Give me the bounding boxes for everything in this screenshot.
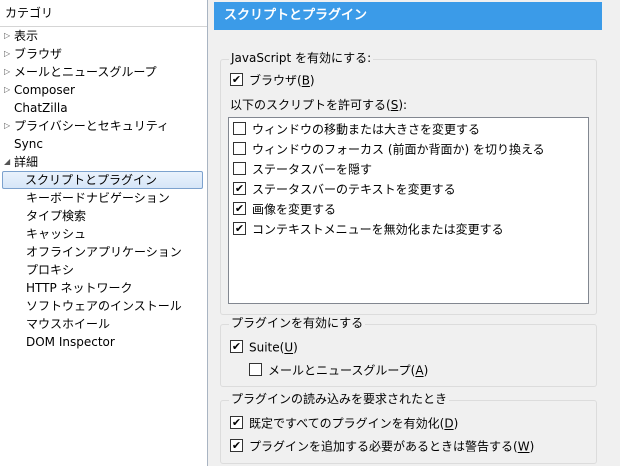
- script-permission-label: 画像を変更する: [252, 202, 337, 217]
- script-permission-label: ステータスバーを隠す: [252, 162, 373, 177]
- tree-item[interactable]: マウスホイール: [0, 315, 207, 333]
- plugins-legend: プラグインを有効にする: [229, 315, 366, 331]
- suite-checkbox-label: Suite(U): [249, 340, 298, 355]
- script-permission-item[interactable]: ウィンドウのフォーカス (前面か背面か) を切り換える: [233, 140, 545, 158]
- browser-checkbox[interactable]: ✔ ブラウザ(B): [230, 71, 315, 89]
- tree-item-label: Composer: [14, 83, 75, 97]
- script-permission-label: ウィンドウのフォーカス (前面か背面か) を切り換える: [252, 142, 545, 157]
- script-permission-label: コンテキストメニューを無効化または変更する: [252, 222, 504, 237]
- script-permission-label: ステータスバーのテキストを変更する: [252, 182, 456, 197]
- tree-item-label: 詳細: [14, 155, 39, 169]
- tree-item[interactable]: HTTP ネットワーク: [0, 279, 207, 297]
- collapsed-twisty-icon[interactable]: ▷: [4, 81, 10, 99]
- collapsed-twisty-icon[interactable]: ▷: [4, 117, 10, 135]
- tree-list: ▷ 表示 ▷ ブラウザ ▷ メールとニュースグループ ▷ Composer ChatZilla ▷…: [0, 27, 207, 351]
- tree-item-label: オフラインアプリケーション: [26, 245, 182, 259]
- tree-item[interactable]: Sync: [0, 135, 207, 153]
- script-permission-checkbox-checked[interactable]: ✔: [233, 182, 246, 195]
- tree-item-label: プライバシーとセキュリティ: [14, 119, 170, 133]
- collapsed-twisty-icon[interactable]: ▷: [4, 45, 10, 63]
- warn-plugin-checkbox[interactable]: ✔ プラグインを追加する必要があるときは警告する(W): [230, 437, 534, 455]
- tree-item[interactable]: ▷ Composer: [0, 81, 207, 99]
- script-permission-item[interactable]: ウィンドウの移動または大きさを変更する: [233, 120, 480, 138]
- tree-item[interactable]: タイプ検索: [0, 207, 207, 225]
- collapsed-twisty-icon[interactable]: ▷: [4, 63, 10, 81]
- tree-item-label: タイプ検索: [26, 209, 87, 223]
- script-permission-checkbox[interactable]: [233, 162, 246, 175]
- script-permission-checkbox-checked[interactable]: ✔: [233, 222, 246, 235]
- tree-item[interactable]: DOM Inspector: [0, 333, 207, 351]
- tree-item-label: プロキシ: [26, 263, 75, 277]
- tree-item[interactable]: ▷ ブラウザ: [0, 45, 207, 63]
- tree-item[interactable]: キャッシュ: [0, 225, 207, 243]
- tree-item-label: キャッシュ: [26, 227, 87, 241]
- browser-checkbox-box-checked[interactable]: ✔: [230, 73, 243, 86]
- tree-item-label: Sync: [14, 137, 43, 151]
- mail-plugin-checkbox-label: メールとニュースグループ(A): [268, 363, 429, 378]
- tree-item-label: HTTP ネットワーク: [26, 281, 133, 295]
- tree-item[interactable]: スクリプトとプラグイン: [2, 171, 203, 189]
- page-title: スクリプトとプラグイン: [214, 2, 602, 30]
- warn-plugin-label: プラグインを追加する必要があるときは警告する(W): [249, 439, 535, 454]
- allow-scripts-label: 以下のスクリプトを許可する(S):: [230, 98, 408, 112]
- tree-item-label: ソフトウェアのインストール: [26, 299, 182, 313]
- tree-header[interactable]: カテゴリ: [0, 0, 207, 27]
- tree-item-label: キーボードナビゲーション: [26, 191, 170, 205]
- tree-item-label: マウスホイール: [26, 317, 111, 331]
- plugins-group: プラグインを有効にする ✔ Suite(U) メールとニュースグループ(A): [220, 315, 597, 387]
- settings-pane: スクリプトとプラグイン JavaScript を有効にする: ✔ ブラウザ(B) …: [214, 0, 620, 466]
- plugin-loading-group: プラグインの読み込みを要求されたとき ✔ 既定ですべてのプラグインを有効化(D) …: [220, 391, 597, 464]
- tree-item-label: メールとニュースグループ: [14, 65, 157, 79]
- script-permission-checkbox-checked[interactable]: ✔: [233, 202, 246, 215]
- expanded-twisty-icon[interactable]: ◢: [4, 153, 10, 171]
- tree-item-label: ChatZilla: [14, 101, 68, 115]
- mail-plugin-checkbox[interactable]: メールとニュースグループ(A): [249, 361, 428, 379]
- tree-item[interactable]: キーボードナビゲーション: [0, 189, 207, 207]
- default-enable-plugins-label: 既定ですべてのプラグインを有効化(D): [249, 416, 459, 431]
- tree-item[interactable]: プロキシ: [0, 261, 207, 279]
- suite-checkbox[interactable]: ✔ Suite(U): [230, 338, 298, 356]
- suite-checkbox-box-checked[interactable]: ✔: [230, 340, 243, 353]
- tree-item[interactable]: ChatZilla: [0, 99, 207, 117]
- tree-item-label: 表示: [14, 29, 39, 43]
- javascript-legend: JavaScript を有効にする:: [229, 50, 374, 66]
- default-enable-plugins-checkbox[interactable]: ✔ 既定ですべてのプラグインを有効化(D): [230, 414, 458, 432]
- tree-item[interactable]: ◢ 詳細: [0, 153, 207, 171]
- default-enable-plugins-checkbox-box-checked[interactable]: ✔: [230, 416, 243, 429]
- allowed-scripts-list[interactable]: ウィンドウの移動または大きさを変更するウィンドウのフォーカス (前面か背面か) …: [228, 117, 589, 304]
- tree-item-label: スクリプトとプラグイン: [25, 173, 158, 187]
- script-permission-item[interactable]: ✔ 画像を変更する: [233, 200, 336, 218]
- script-permission-checkbox[interactable]: [233, 142, 246, 155]
- script-permission-item[interactable]: ✔ ステータスバーのテキストを変更する: [233, 180, 456, 198]
- script-permission-item[interactable]: ステータスバーを隠す: [233, 160, 372, 178]
- script-permission-label: ウィンドウの移動または大きさを変更する: [252, 122, 481, 137]
- javascript-group: JavaScript を有効にする: ✔ ブラウザ(B) 以下のスクリプトを許可す…: [220, 50, 597, 315]
- tree-item-label: DOM Inspector: [26, 335, 115, 349]
- script-permission-checkbox[interactable]: [233, 122, 246, 135]
- category-tree[interactable]: カテゴリ ▷ 表示 ▷ ブラウザ ▷ メールとニュースグループ ▷ Composer ChatZ…: [0, 0, 208, 466]
- tree-item[interactable]: ▷ プライバシーとセキュリティ: [0, 117, 207, 135]
- tree-item[interactable]: ▷ 表示: [0, 27, 207, 45]
- tree-item[interactable]: オフラインアプリケーション: [0, 243, 207, 261]
- tree-item[interactable]: ソフトウェアのインストール: [0, 297, 207, 315]
- tree-item[interactable]: ▷ メールとニュースグループ: [0, 63, 207, 81]
- plugin-loading-legend: プラグインの読み込みを要求されたとき: [229, 391, 450, 407]
- browser-checkbox-label: ブラウザ(B): [249, 73, 315, 88]
- warn-plugin-checkbox-box-checked[interactable]: ✔: [230, 439, 243, 452]
- mail-plugin-checkbox-box[interactable]: [249, 363, 262, 376]
- tree-item-label: ブラウザ: [14, 47, 63, 61]
- collapsed-twisty-icon[interactable]: ▷: [4, 27, 10, 45]
- script-permission-item[interactable]: ✔ コンテキストメニューを無効化または変更する: [233, 220, 504, 238]
